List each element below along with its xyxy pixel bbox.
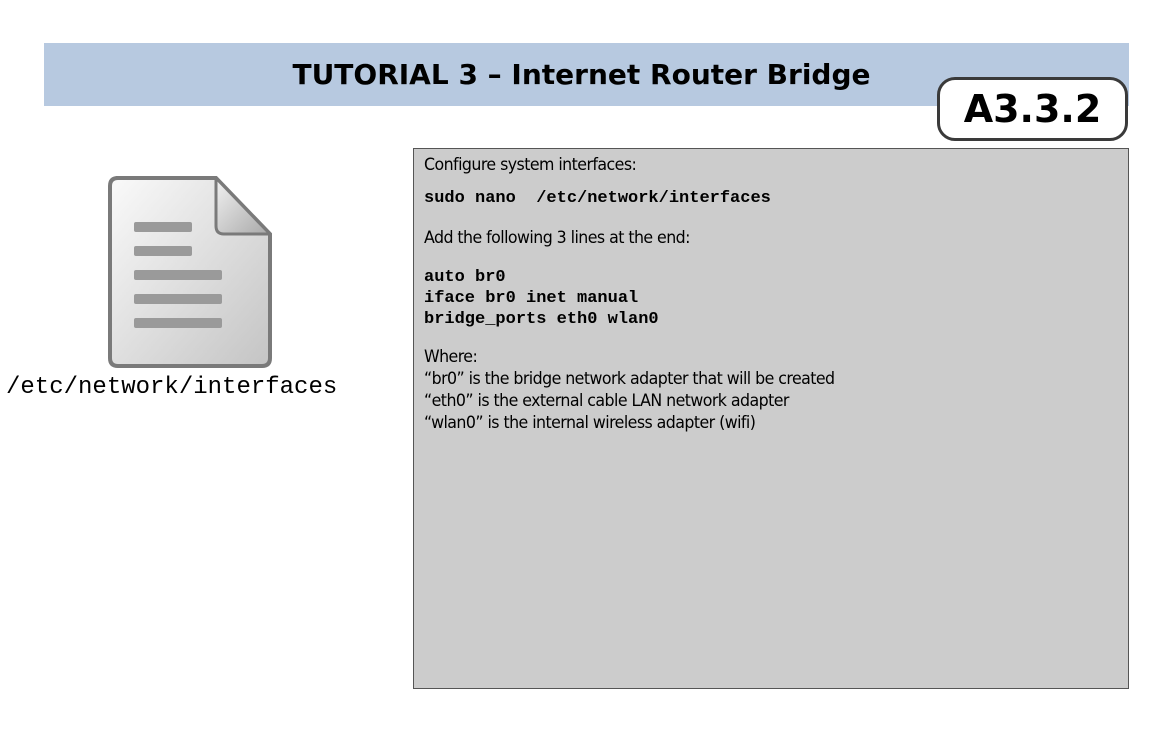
config-line: bridge_ports eth0 wlan0 — [424, 310, 659, 329]
add-lines-text: Add the following 3 lines at the end: — [424, 228, 690, 248]
file-path-caption: /etc/network/interfaces — [6, 374, 338, 401]
config-line: auto br0 — [424, 268, 506, 287]
config-line: iface br0 inet manual — [424, 289, 639, 308]
explanation-line: “wlan0” is the internal wireless adapter… — [424, 413, 756, 433]
intro-text: Configure system interfaces: — [424, 155, 637, 175]
explanation-line: “br0” is the bridge network adapter that… — [424, 369, 835, 389]
explanation-line: “eth0” is the external cable LAN network… — [424, 391, 789, 411]
instructions-panel: Configure system interfaces: sudo nano /… — [413, 148, 1129, 689]
slide-number-badge: A3.3.2 — [937, 77, 1128, 141]
nano-command: sudo nano /etc/network/interfaces — [424, 189, 771, 208]
where-label: Where: — [424, 347, 478, 367]
document-icon — [108, 176, 272, 368]
